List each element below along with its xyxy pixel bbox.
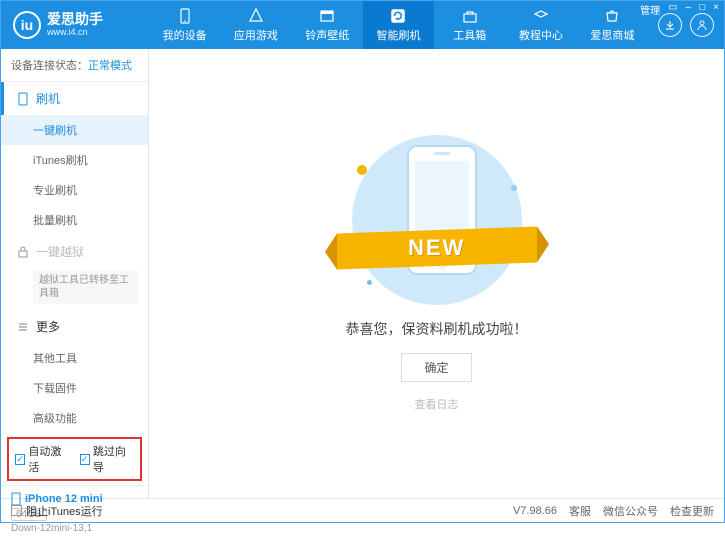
tab-label: 我的设备	[163, 27, 207, 43]
user-button[interactable]	[690, 13, 714, 37]
tutorial-icon	[532, 7, 550, 25]
checkbox-icon	[11, 505, 22, 516]
tab-label: 工具箱	[453, 27, 486, 43]
sidebar-item-download-firmware[interactable]: 下载固件	[1, 373, 148, 403]
section-title: 更多	[36, 318, 60, 335]
jailbreak-note: 越狱工具已转移至工具箱	[33, 270, 138, 304]
menu-icon	[16, 321, 30, 333]
sidebar-item-pro-flash[interactable]: 专业刷机	[1, 175, 148, 205]
new-ribbon-icon: NEW	[337, 227, 537, 270]
tab-label: 应用游戏	[234, 27, 278, 43]
flash-options-box: ✓自动激活 ✓跳过向导	[7, 437, 142, 481]
view-log-link[interactable]: 查看日志	[415, 396, 459, 412]
menu-icon[interactable]: 管理	[640, 2, 660, 17]
checkbox-block-itunes[interactable]: 阻止iTunes运行	[11, 503, 103, 519]
lock-icon	[16, 246, 30, 258]
tab-store[interactable]: 爱思商城	[577, 1, 648, 49]
tab-apps[interactable]: 应用游戏	[220, 1, 291, 49]
section-title: 一键越狱	[36, 243, 84, 260]
version-label: V7.98.66	[513, 505, 557, 517]
status-label: 设备连接状态：	[11, 60, 88, 72]
checkbox-label: 自动激活	[28, 443, 69, 475]
check-update-link[interactable]: 检查更新	[670, 503, 714, 519]
section-flash[interactable]: 刷机	[1, 82, 148, 115]
sidebar-item-advanced[interactable]: 高级功能	[1, 403, 148, 433]
device-download-info: Down-12mini-13,1	[11, 523, 138, 534]
store-icon	[603, 7, 621, 25]
section-title: 刷机	[36, 90, 60, 107]
phone-icon	[16, 92, 30, 106]
tab-flash[interactable]: 智能刷机	[363, 1, 434, 49]
tab-label: 铃声壁纸	[305, 27, 349, 43]
tab-toolbox[interactable]: 工具箱	[434, 1, 505, 49]
sidebar: 设备连接状态：正常模式 刷机 一键刷机 iTunes刷机 专业刷机 批量刷机 一…	[1, 49, 149, 498]
tab-label: 爱思商城	[590, 27, 634, 43]
close-icon[interactable]: ×	[713, 2, 719, 17]
checkbox-label: 阻止iTunes运行	[26, 503, 103, 519]
main-content: NEW 恭喜您，保资料刷机成功啦！ 确定 查看日志	[149, 49, 724, 498]
download-button[interactable]	[658, 13, 682, 37]
success-message: 恭喜您，保资料刷机成功啦！	[346, 319, 528, 339]
checkmark-icon: ✓	[80, 454, 90, 465]
brand-url: www.i4.cn	[47, 28, 103, 38]
sidebar-item-other-tools[interactable]: 其他工具	[1, 343, 148, 373]
checkbox-skip-guide[interactable]: ✓跳过向导	[80, 443, 135, 475]
minimize-icon[interactable]: –	[686, 2, 692, 17]
ok-button[interactable]: 确定	[401, 353, 471, 382]
sidebar-item-oneclick-flash[interactable]: 一键刷机	[1, 115, 148, 145]
apps-icon	[247, 7, 265, 25]
section-jailbreak[interactable]: 一键越狱	[1, 235, 148, 268]
tab-media[interactable]: 铃声壁纸	[292, 1, 363, 49]
checkbox-label: 跳过向导	[93, 443, 134, 475]
tab-label: 教程中心	[519, 27, 563, 43]
statusbar: 阻止iTunes运行 V7.98.66 客服 微信公众号 检查更新	[1, 498, 724, 522]
flash-icon	[389, 7, 407, 25]
titlebar: iu 爱思助手 www.i4.cn 我的设备 应用游戏 铃声壁纸 智能刷机 工具…	[1, 1, 724, 49]
media-icon	[318, 7, 336, 25]
toolbox-icon	[461, 7, 479, 25]
checkmark-icon: ✓	[15, 454, 25, 465]
wechat-link[interactable]: 微信公众号	[603, 503, 658, 519]
status-mode: 正常模式	[88, 60, 132, 72]
brand-logo-icon: iu	[13, 11, 41, 39]
success-illustration: NEW	[327, 135, 547, 305]
sidebar-item-batch-flash[interactable]: 批量刷机	[1, 205, 148, 235]
main-tabs: 我的设备 应用游戏 铃声壁纸 智能刷机 工具箱 教程中心 爱思商城	[149, 1, 648, 49]
tab-my-device[interactable]: 我的设备	[149, 1, 220, 49]
device-icon	[176, 7, 194, 25]
tab-tutorial[interactable]: 教程中心	[505, 1, 576, 49]
checkbox-auto-activate[interactable]: ✓自动激活	[15, 443, 70, 475]
tab-label: 智能刷机	[376, 27, 420, 43]
section-more[interactable]: 更多	[1, 310, 148, 343]
connection-status: 设备连接状态：正常模式	[1, 49, 148, 82]
customer-service-link[interactable]: 客服	[569, 503, 591, 519]
sidebar-item-itunes-flash[interactable]: iTunes刷机	[1, 145, 148, 175]
brand-name: 爱思助手	[47, 12, 103, 27]
brand: iu 爱思助手 www.i4.cn	[1, 11, 149, 39]
